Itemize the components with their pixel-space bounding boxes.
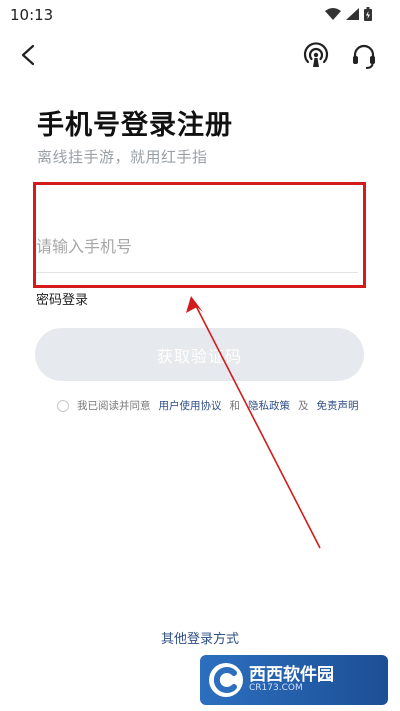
agreement-row: 我已阅读并同意 用户使用协议 和 隐私政策 及 免责声明	[57, 398, 359, 413]
privacy-policy-link[interactable]: 隐私政策	[248, 398, 290, 413]
input-underline	[36, 272, 358, 273]
watermark-brand: 西西软件园	[249, 664, 334, 685]
get-verification-code-button[interactable]: 获取验证码	[35, 328, 364, 381]
page-subtitle: 离线挂手游，就用红手指	[37, 148, 208, 166]
status-time: 10:13	[10, 6, 54, 24]
password-login-link[interactable]: 密码登录	[36, 289, 88, 308]
arrow-head	[186, 296, 203, 313]
cloud-signal-icon	[303, 42, 329, 67]
watermark-logo: 西西软件园 CR173.COM	[200, 655, 388, 705]
other-login-methods-link[interactable]: 其他登录方式	[0, 628, 400, 647]
phone-number-input[interactable]	[36, 226, 346, 266]
watermark-c-icon	[209, 663, 243, 697]
battery-icon	[364, 7, 372, 21]
page-title: 手机号登录注册	[37, 110, 233, 141]
agreement-checkbox[interactable]	[57, 399, 69, 412]
agreement-prefix: 我已阅读并同意	[77, 400, 151, 412]
cloud-phone-button[interactable]	[300, 40, 332, 72]
watermark-sub: CR173.COM	[249, 683, 303, 694]
watermark-text: 西西软件园 CR173.COM	[249, 664, 334, 695]
disclaimer-link[interactable]: 免责声明	[317, 398, 359, 413]
agreement-and: 和	[229, 400, 241, 412]
chevron-left-icon	[21, 44, 35, 66]
cell-signal-icon	[346, 8, 359, 20]
status-icons	[325, 7, 372, 21]
customer-service-button[interactable]	[348, 40, 380, 72]
user-agreement-link[interactable]: 用户使用协议	[159, 398, 222, 413]
wifi-icon	[325, 8, 341, 20]
headset-icon	[353, 44, 375, 69]
back-button[interactable]	[14, 40, 44, 70]
agreement-and2: 及	[298, 400, 309, 412]
